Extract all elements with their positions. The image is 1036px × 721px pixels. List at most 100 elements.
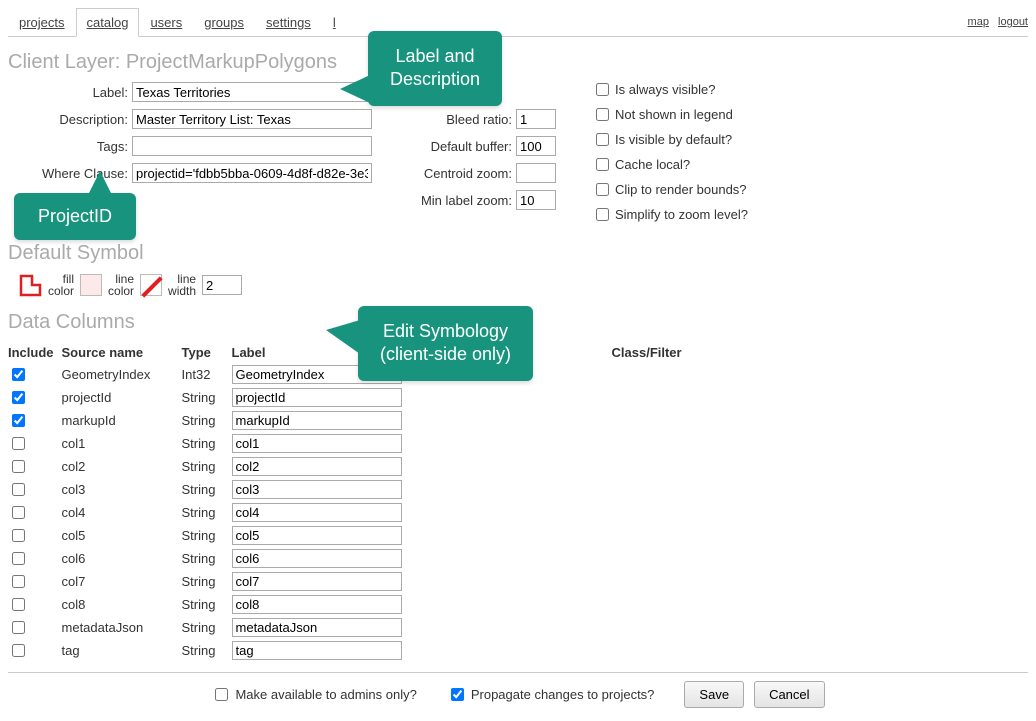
nav-tab-settings[interactable]: settings — [255, 8, 322, 36]
column-label-input[interactable] — [232, 480, 402, 499]
nav-tab-l[interactable]: l — [322, 8, 347, 36]
type-cell: String — [182, 478, 232, 501]
label-lbl: Label: — [18, 85, 128, 100]
table-row: col3String — [8, 478, 690, 501]
table-row: projectIdString — [8, 386, 690, 409]
source-name-cell: col4 — [62, 501, 182, 524]
propagate-label: Propagate changes to projects? — [447, 685, 655, 704]
not-in-legend-checkbox[interactable] — [596, 108, 609, 121]
visible-default-checkbox[interactable] — [596, 133, 609, 146]
line-color-label: line color — [108, 273, 134, 297]
page-title: Client Layer: ProjectMarkupPolygons — [8, 51, 1028, 74]
column-label-input[interactable] — [232, 572, 402, 591]
source-name-cell: col1 — [62, 432, 182, 455]
table-row: col5String — [8, 524, 690, 547]
simplify-checkbox[interactable] — [596, 208, 609, 221]
visible-default-label: Is visible by default? — [615, 132, 732, 147]
label-input[interactable] — [132, 82, 372, 102]
bleed-input[interactable] — [516, 109, 556, 129]
table-row: markupIdString — [8, 409, 690, 432]
source-name-cell: col7 — [62, 570, 182, 593]
source-name-cell: col6 — [62, 547, 182, 570]
include-checkbox[interactable] — [12, 437, 25, 450]
col-header-include: Include — [8, 342, 62, 363]
minlabel-lbl: Min label zoom: — [412, 193, 512, 208]
cancel-button[interactable]: Cancel — [754, 681, 824, 708]
column-label-input[interactable] — [232, 641, 402, 660]
column-label-input[interactable] — [232, 457, 402, 476]
callout-projectid: ProjectID — [14, 193, 136, 240]
centroid-input[interactable] — [516, 163, 556, 183]
include-checkbox[interactable] — [12, 506, 25, 519]
include-checkbox[interactable] — [12, 414, 25, 427]
source-name-cell: col2 — [62, 455, 182, 478]
fill-color-swatch[interactable] — [80, 274, 102, 296]
map-link[interactable]: map — [968, 16, 989, 28]
table-row: tagString — [8, 639, 690, 662]
data-columns-table: Include Source name Type Label Class/Fil… — [8, 342, 690, 662]
minlabel-input[interactable] — [516, 190, 556, 210]
include-checkbox[interactable] — [12, 368, 25, 381]
nav-tab-users[interactable]: users — [139, 8, 193, 36]
symbol-row: fill color line color line width — [8, 273, 1028, 297]
type-cell: String — [182, 616, 232, 639]
description-lbl: Description: — [18, 112, 128, 127]
always-visible-label: Is always visible? — [615, 82, 715, 97]
source-name-cell: GeometryIndex — [62, 363, 182, 386]
type-cell: String — [182, 432, 232, 455]
source-name-cell: col5 — [62, 524, 182, 547]
col-header-source: Source name — [62, 342, 182, 363]
column-label-input[interactable] — [232, 549, 402, 568]
cache-local-label: Cache local? — [615, 157, 690, 172]
type-cell: String — [182, 409, 232, 432]
description-input[interactable] — [132, 109, 372, 129]
column-label-input[interactable] — [232, 503, 402, 522]
include-checkbox[interactable] — [12, 483, 25, 496]
always-visible-checkbox[interactable] — [596, 83, 609, 96]
line-color-swatch[interactable] — [140, 274, 162, 296]
column-label-input[interactable] — [232, 411, 402, 430]
source-name-cell: metadataJson — [62, 616, 182, 639]
polygon-shape-icon[interactable] — [18, 273, 42, 297]
nav-tab-catalog[interactable]: catalog — [76, 8, 140, 37]
include-checkbox[interactable] — [12, 460, 25, 473]
nav-tab-groups[interactable]: groups — [193, 8, 255, 36]
include-checkbox[interactable] — [12, 552, 25, 565]
table-row: metadataJsonString — [8, 616, 690, 639]
type-cell: String — [182, 593, 232, 616]
propagate-checkbox[interactable] — [451, 688, 464, 701]
include-checkbox[interactable] — [12, 575, 25, 588]
type-cell: String — [182, 639, 232, 662]
tags-lbl: Tags: — [18, 139, 128, 154]
column-label-input[interactable] — [232, 388, 402, 407]
admins-only-checkbox[interactable] — [215, 688, 228, 701]
include-checkbox[interactable] — [12, 391, 25, 404]
include-checkbox[interactable] — [12, 529, 25, 542]
source-name-cell: markupId — [62, 409, 182, 432]
nav-right: map logout — [962, 16, 1028, 28]
source-name-cell: tag — [62, 639, 182, 662]
type-cell: String — [182, 386, 232, 409]
source-name-cell: projectId — [62, 386, 182, 409]
include-checkbox[interactable] — [12, 598, 25, 611]
tags-input[interactable] — [132, 136, 372, 156]
where-input[interactable] — [132, 163, 372, 183]
nav-tab-projects[interactable]: projects — [8, 8, 76, 36]
logout-link[interactable]: logout — [998, 16, 1028, 28]
line-width-input[interactable] — [202, 275, 242, 295]
column-label-input[interactable] — [232, 595, 402, 614]
buffer-input[interactable] — [516, 136, 556, 156]
include-checkbox[interactable] — [12, 644, 25, 657]
not-in-legend-label: Not shown in legend — [615, 107, 733, 122]
column-label-input[interactable] — [232, 618, 402, 637]
column-label-input[interactable] — [232, 434, 402, 453]
save-button[interactable]: Save — [684, 681, 744, 708]
column-label-input[interactable] — [232, 526, 402, 545]
cache-local-checkbox[interactable] — [596, 158, 609, 171]
admins-only-label: Make available to admins only? — [211, 685, 416, 704]
centroid-lbl: Centroid zoom: — [412, 166, 512, 181]
table-row: col4String — [8, 501, 690, 524]
clip-bounds-checkbox[interactable] — [596, 183, 609, 196]
col-header-type: Type — [182, 342, 232, 363]
include-checkbox[interactable] — [12, 621, 25, 634]
